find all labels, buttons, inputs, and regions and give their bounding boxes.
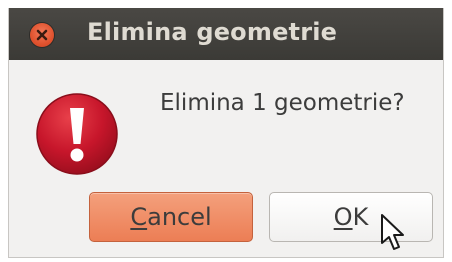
ok-label: K (352, 203, 369, 231)
window-close-button[interactable] (30, 23, 54, 47)
close-icon (36, 29, 48, 41)
cancel-button[interactable]: Cancel (89, 192, 253, 242)
error-exclamation-icon (36, 93, 118, 175)
cancel-mnemonic: C (130, 203, 148, 231)
confirmation-message: Elimina 1 geometrie? (160, 90, 405, 116)
window-titlebar[interactable]: Elimina geometrie (9, 8, 443, 60)
ok-button[interactable]: OK (269, 192, 433, 242)
mouse-pointer-icon (381, 214, 404, 250)
delete-geometry-dialog: Elimina geometrie Elimina 1 geometrie? C… (8, 8, 444, 258)
cancel-label: ancel (147, 203, 212, 231)
window-title: Elimina geometrie (87, 18, 338, 46)
ok-mnemonic: O (333, 203, 353, 231)
